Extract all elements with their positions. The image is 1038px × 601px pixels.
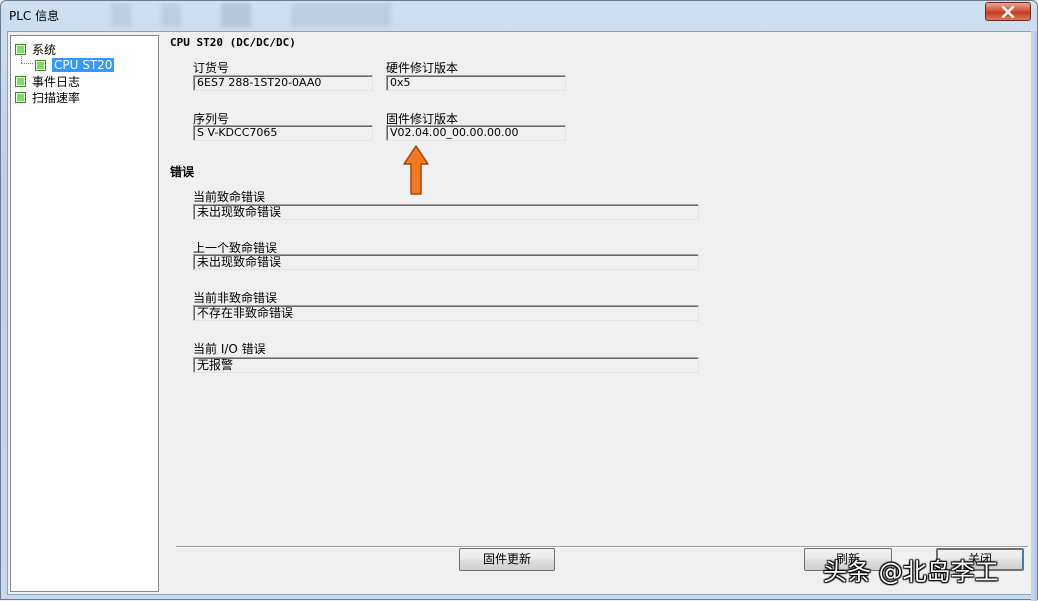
current-io-error-label: 当前 I/O 错误 (193, 342, 266, 356)
hardware-revision-label: 硬件修订版本 (386, 61, 459, 75)
node-icon (15, 43, 26, 55)
firmware-update-button[interactable]: 固件更新 (459, 548, 555, 571)
window-close-button[interactable] (985, 2, 1031, 21)
order-number-label: 订货号 (193, 61, 230, 75)
current-fatal-error-field[interactable]: 未出现致命错误 (193, 204, 699, 220)
window-title: PLC 信息 (9, 9, 60, 23)
orange-up-arrow-icon (403, 145, 429, 195)
tree-item-event-log[interactable]: 事件日志 (15, 73, 80, 89)
tree-connector (21, 54, 22, 63)
content-panel: CPU ST20 (DC/DC/DC) 订货号 6ES7 288-1ST20-0… (166, 35, 1028, 592)
current-fatal-error-label: 当前致命错误 (193, 190, 266, 204)
watermark-text: 头条 @北岛李工 (823, 558, 999, 586)
current-io-error-field[interactable]: 无报警 (193, 357, 699, 373)
node-icon (15, 91, 26, 103)
client-area: 系统 CPU ST20 事件日志 扫描速率 CPU ST20 (DC/DC/DC… (7, 31, 1033, 595)
firmware-revision-field[interactable]: V02.04.00_00.00.00.00 (386, 125, 566, 141)
last-fatal-error-field[interactable]: 未出现致命错误 (193, 254, 699, 270)
background-ghost (91, 3, 391, 27)
close-icon (1001, 5, 1015, 18)
order-number-field[interactable]: 6ES7 288-1ST20-0AA0 (193, 75, 373, 91)
errors-title: 错误 (170, 165, 195, 179)
navigation-tree: 系统 CPU ST20 事件日志 扫描速率 (10, 35, 159, 592)
tree-connector (21, 63, 33, 64)
title-bar[interactable]: PLC 信息 (1, 1, 1037, 31)
node-icon (15, 75, 26, 87)
tree-item-label: CPU ST20 (52, 58, 115, 72)
tree-item-scan-rate[interactable]: 扫描速率 (15, 89, 80, 105)
window-border-right (1031, 31, 1037, 601)
plc-info-window: PLC 信息 系统 CPU ST20 事件日志 扫描速率 CPU ST20 (D… (0, 0, 1038, 601)
tree-item-label: 系统 (32, 42, 57, 57)
tree-item-cpu[interactable]: CPU ST20 (35, 57, 115, 73)
bottom-separator (176, 546, 1028, 548)
current-nonfatal-error-field[interactable]: 不存在非致命错误 (193, 305, 699, 321)
cpu-title: CPU ST20 (DC/DC/DC) (170, 36, 296, 49)
hardware-revision-field[interactable]: 0x5 (386, 75, 566, 91)
node-icon (35, 59, 46, 71)
serial-number-field[interactable]: S V-KDCC7065 (193, 125, 373, 141)
current-nonfatal-error-label: 当前非致命错误 (193, 291, 278, 305)
tree-item-label: 扫描速率 (32, 90, 81, 105)
tree-item-label: 事件日志 (32, 74, 81, 89)
